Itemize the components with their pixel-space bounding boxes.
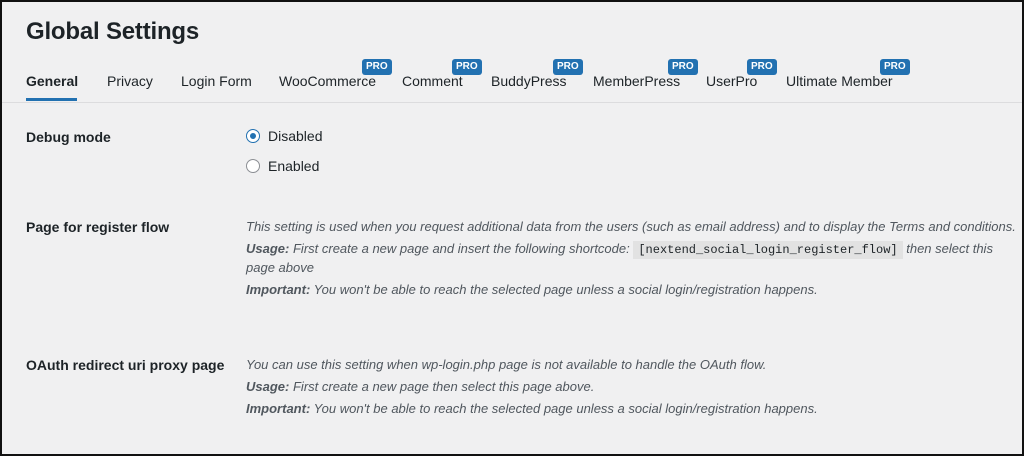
register-flow-shortcode: [nextend_social_login_register_flow] bbox=[633, 241, 903, 259]
register-flow-usage: Usage: First create a new page and inser… bbox=[246, 241, 993, 275]
pro-badge-userpro: PRO bbox=[747, 59, 777, 75]
oauth-proxy-line1: You can use this setting when wp-login.p… bbox=[246, 357, 767, 372]
debug-enabled-radio[interactable] bbox=[246, 159, 260, 173]
register-flow-label: Page for register flow bbox=[26, 219, 170, 235]
debug-enabled-option[interactable]: Enabled bbox=[246, 158, 319, 174]
debug-enabled-label: Enabled bbox=[268, 158, 320, 174]
tab-privacy[interactable]: Privacy bbox=[107, 73, 153, 89]
register-flow-description: This setting is used when you request ad… bbox=[246, 218, 1022, 303]
pro-badge-comment: PRO bbox=[452, 59, 482, 75]
tab-login-form[interactable]: Login Form bbox=[181, 73, 252, 89]
tab-ultimate-member[interactable]: Ultimate Member bbox=[786, 73, 893, 89]
oauth-proxy-important: Important: You won't be able to reach th… bbox=[246, 401, 818, 416]
debug-disabled-label: Disabled bbox=[268, 128, 323, 144]
tab-woocommerce[interactable]: WooCommerce bbox=[279, 73, 376, 89]
tab-comment[interactable]: Comment bbox=[402, 73, 463, 89]
tab-memberpress[interactable]: MemberPress bbox=[593, 73, 680, 89]
oauth-proxy-label: OAuth redirect uri proxy page bbox=[26, 357, 225, 373]
tab-bar: General Privacy Login Form WooCommerce C… bbox=[2, 58, 1022, 103]
pro-badge-ultimate-member: PRO bbox=[880, 59, 910, 75]
debug-disabled-option[interactable]: Disabled bbox=[246, 128, 322, 144]
tab-general[interactable]: General bbox=[26, 73, 78, 89]
register-flow-important: Important: You won't be able to reach th… bbox=[246, 282, 818, 297]
oauth-proxy-description: You can use this setting when wp-login.p… bbox=[246, 356, 1022, 422]
debug-disabled-radio[interactable] bbox=[246, 129, 260, 143]
tab-userpro[interactable]: UserPro bbox=[706, 73, 757, 89]
debug-mode-label: Debug mode bbox=[26, 129, 111, 145]
pro-badge-buddypress: PRO bbox=[553, 59, 583, 75]
register-flow-line1: This setting is used when you request ad… bbox=[246, 219, 1016, 234]
active-tab-indicator bbox=[26, 98, 77, 101]
tab-buddypress[interactable]: BuddyPress bbox=[491, 73, 566, 89]
pro-badge-woocommerce: PRO bbox=[362, 59, 392, 75]
pro-badge-memberpress: PRO bbox=[668, 59, 698, 75]
page-title: Global Settings bbox=[26, 18, 200, 45]
settings-panel: Global Settings General Privacy Login Fo… bbox=[0, 0, 1024, 456]
oauth-proxy-usage: Usage: First create a new page then sele… bbox=[246, 379, 595, 394]
